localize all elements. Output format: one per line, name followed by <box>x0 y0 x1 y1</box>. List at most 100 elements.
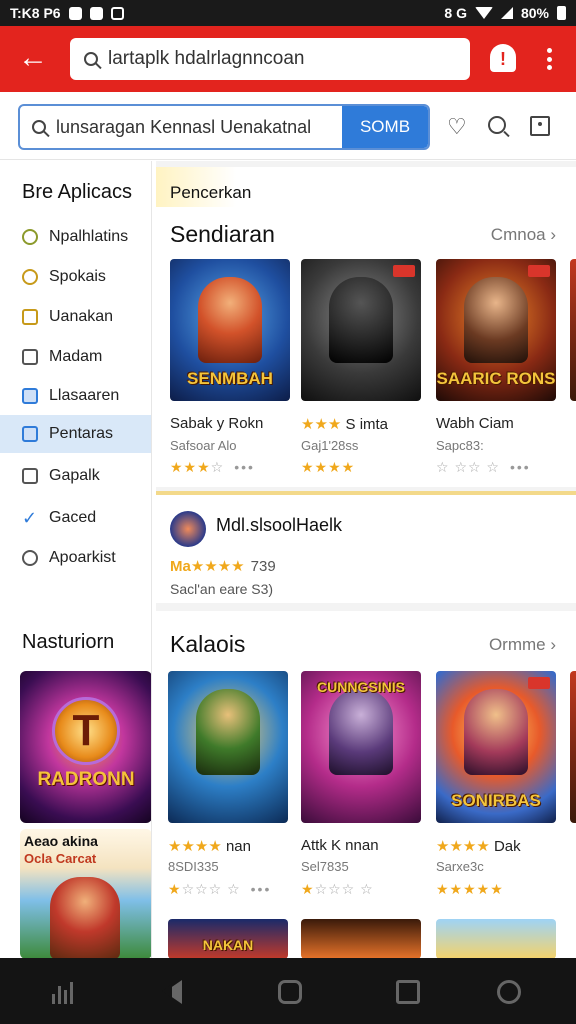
app-tile[interactable] <box>168 671 288 823</box>
recent-apps-bars-icon[interactable] <box>52 980 76 1004</box>
checkbox-icon <box>22 468 38 484</box>
heart-icon[interactable]: ♡ <box>447 116 469 138</box>
circle-icon <box>22 269 38 285</box>
search-icon <box>32 120 46 134</box>
checkmark-icon: ✓ <box>22 508 38 528</box>
promo-banner[interactable]: Aeao akina Ocla Carcat <box>20 829 151 958</box>
bulb-icon <box>22 229 38 245</box>
app-tile[interactable] <box>570 671 576 823</box>
game-character-image <box>196 689 260 775</box>
more-link[interactable]: Cmnoa › <box>491 225 556 245</box>
back-icon[interactable] <box>158 980 182 1004</box>
app-tile-tag <box>393 265 415 277</box>
search-button[interactable]: SOMB <box>342 106 428 148</box>
game-character-image <box>329 277 393 363</box>
app-subtitle: Sarxe3c <box>436 859 484 874</box>
app-rating: ★★★☆ ••• <box>170 459 255 475</box>
app-tile[interactable] <box>436 919 556 958</box>
folder-icon <box>22 309 38 325</box>
app-tile[interactable]: NAKAN <box>168 919 288 958</box>
app-tile-title: SAARIC RONS <box>436 369 556 388</box>
app-section: Pencerkan Sendiaran Cmnoa › SENMBAH SAAR… <box>156 167 576 487</box>
game-character-image <box>464 689 528 775</box>
promo-banner-title: Aeao akina <box>24 833 98 849</box>
search-icon[interactable] <box>488 116 516 139</box>
status-time: T:K8 P6 <box>10 5 61 21</box>
game-emblem-icon <box>52 697 120 765</box>
app-subtitle: Sel7835 <box>301 859 349 874</box>
more-link-label: Cmnoa <box>490 225 546 244</box>
sidebar-item-label: Llasaaren <box>49 387 120 404</box>
app-name: Attk K nnan <box>301 837 379 854</box>
section-title: Sendiaran <box>170 221 275 247</box>
featured-app-row[interactable]: Mdl.slsoolHaelk Ma★★★★ 739 Sacl'an eare S… <box>156 491 576 603</box>
window-icon <box>22 388 38 404</box>
app-rating: ☆ ☆☆ ☆ ••• <box>436 459 531 475</box>
notification-icon <box>110 6 124 20</box>
game-character-image <box>198 277 262 363</box>
sidebar-item[interactable]: Spokais <box>0 258 151 296</box>
app-subtitle: 8SDI335 <box>168 859 219 874</box>
sidebar-item-label: Madam <box>49 348 103 365</box>
sidebar-item-active[interactable]: Pentaras <box>0 415 151 453</box>
url-text: lartaplk hdalrlagnncoan <box>108 48 305 69</box>
url-field[interactable]: lartaplk hdalrlagnncoan <box>70 38 470 80</box>
rating-stars: ★★★★ <box>190 558 245 575</box>
more-link-label: Ormme <box>488 635 546 654</box>
alert-icon[interactable]: ! <box>490 44 516 72</box>
sidebar: Bre Aplicacs Npalhlatins Spokais Uanakan… <box>0 161 152 958</box>
rating-count: 739 <box>250 558 276 575</box>
app-subtitle: Sapc83: <box>436 438 484 453</box>
back-arrow-icon[interactable]: ← <box>18 43 50 75</box>
tablet-icon <box>22 349 38 365</box>
app-tile-title: NAKAN <box>202 937 254 953</box>
battery-icon <box>557 6 566 20</box>
sidebar-item[interactable]: Gapalk <box>0 457 151 495</box>
app-tile[interactable]: SAARIC RONS <box>436 259 556 401</box>
app-tile[interactable] <box>570 259 576 401</box>
home-icon[interactable] <box>278 980 302 1004</box>
app-tile[interactable]: SONIRBAS <box>436 671 556 823</box>
sidebar-item-label: Npalhlatins <box>49 228 129 245</box>
report-icon[interactable] <box>530 116 550 136</box>
app-section: Kalaois Ormme › CUNNGSINIS SONIRBAS ★★★★… <box>156 611 576 958</box>
game-character-image <box>464 277 528 363</box>
sidebar-section-title: Nasturiorn <box>22 631 115 653</box>
app-rating: ★★★★★ <box>436 881 504 897</box>
sidebar-item-label: Gapalk <box>49 467 100 484</box>
more-link[interactable]: Ormme › <box>489 635 556 655</box>
app-rating: Ma★★★★ 739 <box>170 557 276 575</box>
promo-banner[interactable]: RADRONN <box>20 671 151 823</box>
main-content: Pencerkan Sendiaran Cmnoa › SENMBAH SAAR… <box>156 161 576 958</box>
sidebar-item[interactable]: Npalhlatins <box>0 218 151 256</box>
search-icon <box>84 52 98 66</box>
status-right-text: 8 G <box>444 5 467 21</box>
app-subtitle: Safsoar Alo <box>170 438 237 453</box>
sidebar-item-label: Uanakan <box>49 308 114 325</box>
app-bar: ← lartaplk hdalrlagnncoan ! <box>0 26 576 92</box>
app-name: ★★★★ Dak <box>436 838 521 855</box>
sidebar-item[interactable]: Apoarkist <box>0 539 151 577</box>
app-tile[interactable]: CUNNGSINIS <box>301 671 421 823</box>
app-icon <box>170 511 206 547</box>
more-menu-icon[interactable] <box>546 48 552 70</box>
app-name: ★★★ S imta <box>301 416 389 433</box>
promo-banner-subtitle: Ocla Carcat <box>24 851 97 866</box>
app-tile[interactable]: SENMBAH <box>170 259 290 401</box>
app-tile[interactable] <box>301 259 421 401</box>
sidebar-item[interactable]: ✓ Gaced <box>0 499 151 537</box>
sidebar-item[interactable]: Uanakan <box>0 298 151 336</box>
assistant-icon[interactable] <box>497 980 521 1004</box>
search-input[interactable]: lunsaragan Kennasl Uenakatnal SOMB <box>18 104 430 150</box>
section-label: Pencerkan <box>170 183 252 202</box>
sidebar-item[interactable]: Llasaaren <box>0 377 151 415</box>
app-rating: ★★★★ <box>301 459 356 475</box>
featured-app-name: Mdl.slsoolHaelk <box>216 515 343 535</box>
sidebar-title: Bre Aplicacs <box>22 181 133 203</box>
overview-icon[interactable] <box>396 980 420 1004</box>
wifi-icon <box>474 7 493 19</box>
sidebar-item[interactable]: Madam <box>0 338 151 376</box>
app-tile[interactable] <box>301 919 421 958</box>
sidebar-item-label: Apoarkist <box>49 549 116 566</box>
app-name: Wabh Ciam <box>436 415 514 432</box>
